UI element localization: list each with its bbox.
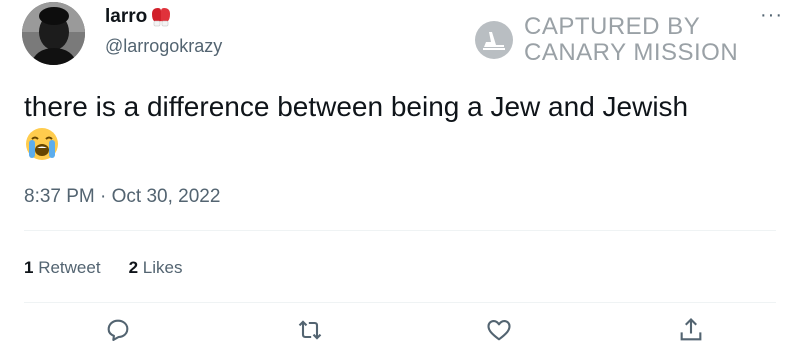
action-bar (0, 316, 800, 348)
avatar-photo (22, 2, 85, 65)
avatar[interactable] (22, 2, 85, 65)
display-name[interactable]: larro (105, 6, 173, 28)
loudly-crying-face-icon (26, 128, 58, 160)
share-icon (680, 318, 702, 341)
user-handle[interactable]: @larrogokrazy (105, 36, 222, 57)
retweets-count: 1 (24, 258, 34, 277)
tweet-card: larro @larrogokrazy CAPTURED BY CANARY M… (0, 0, 800, 364)
boxing-glove-icon (152, 8, 171, 27)
retweet-icon (298, 320, 322, 340)
retweets-label: Retweet (38, 258, 101, 277)
retweet-button[interactable] (296, 316, 324, 344)
watermark-text: CAPTURED BY CANARY MISSION (524, 14, 738, 66)
retweets-stat[interactable]: 1 Retweet (24, 258, 101, 278)
more-options-button[interactable]: ··· (760, 4, 783, 27)
divider (24, 230, 776, 231)
tweet-timestamp[interactable]: 8:37 PM · Oct 30, 2022 (24, 186, 220, 208)
reply-button[interactable] (104, 316, 132, 344)
watermark-line-1: CAPTURED BY (524, 13, 701, 40)
likes-label: Likes (142, 258, 183, 277)
like-button[interactable] (485, 316, 513, 344)
watermark-line-2: CANARY MISSION (524, 39, 739, 66)
heart-icon (487, 319, 511, 341)
canary-mission-watermark: CAPTURED BY CANARY MISSION (474, 14, 738, 66)
likes-count: 2 (128, 258, 139, 277)
likes-stat[interactable]: 2 Likes (129, 258, 183, 278)
tweet-text: there is a difference between being a Je… (24, 91, 689, 122)
canary-logo-icon (475, 21, 513, 59)
divider (24, 302, 776, 303)
share-button[interactable] (677, 316, 705, 344)
comment-icon (107, 319, 129, 341)
display-name-text: larro (105, 6, 148, 27)
engagement-stats: 1 Retweet 2 Likes (24, 258, 182, 278)
